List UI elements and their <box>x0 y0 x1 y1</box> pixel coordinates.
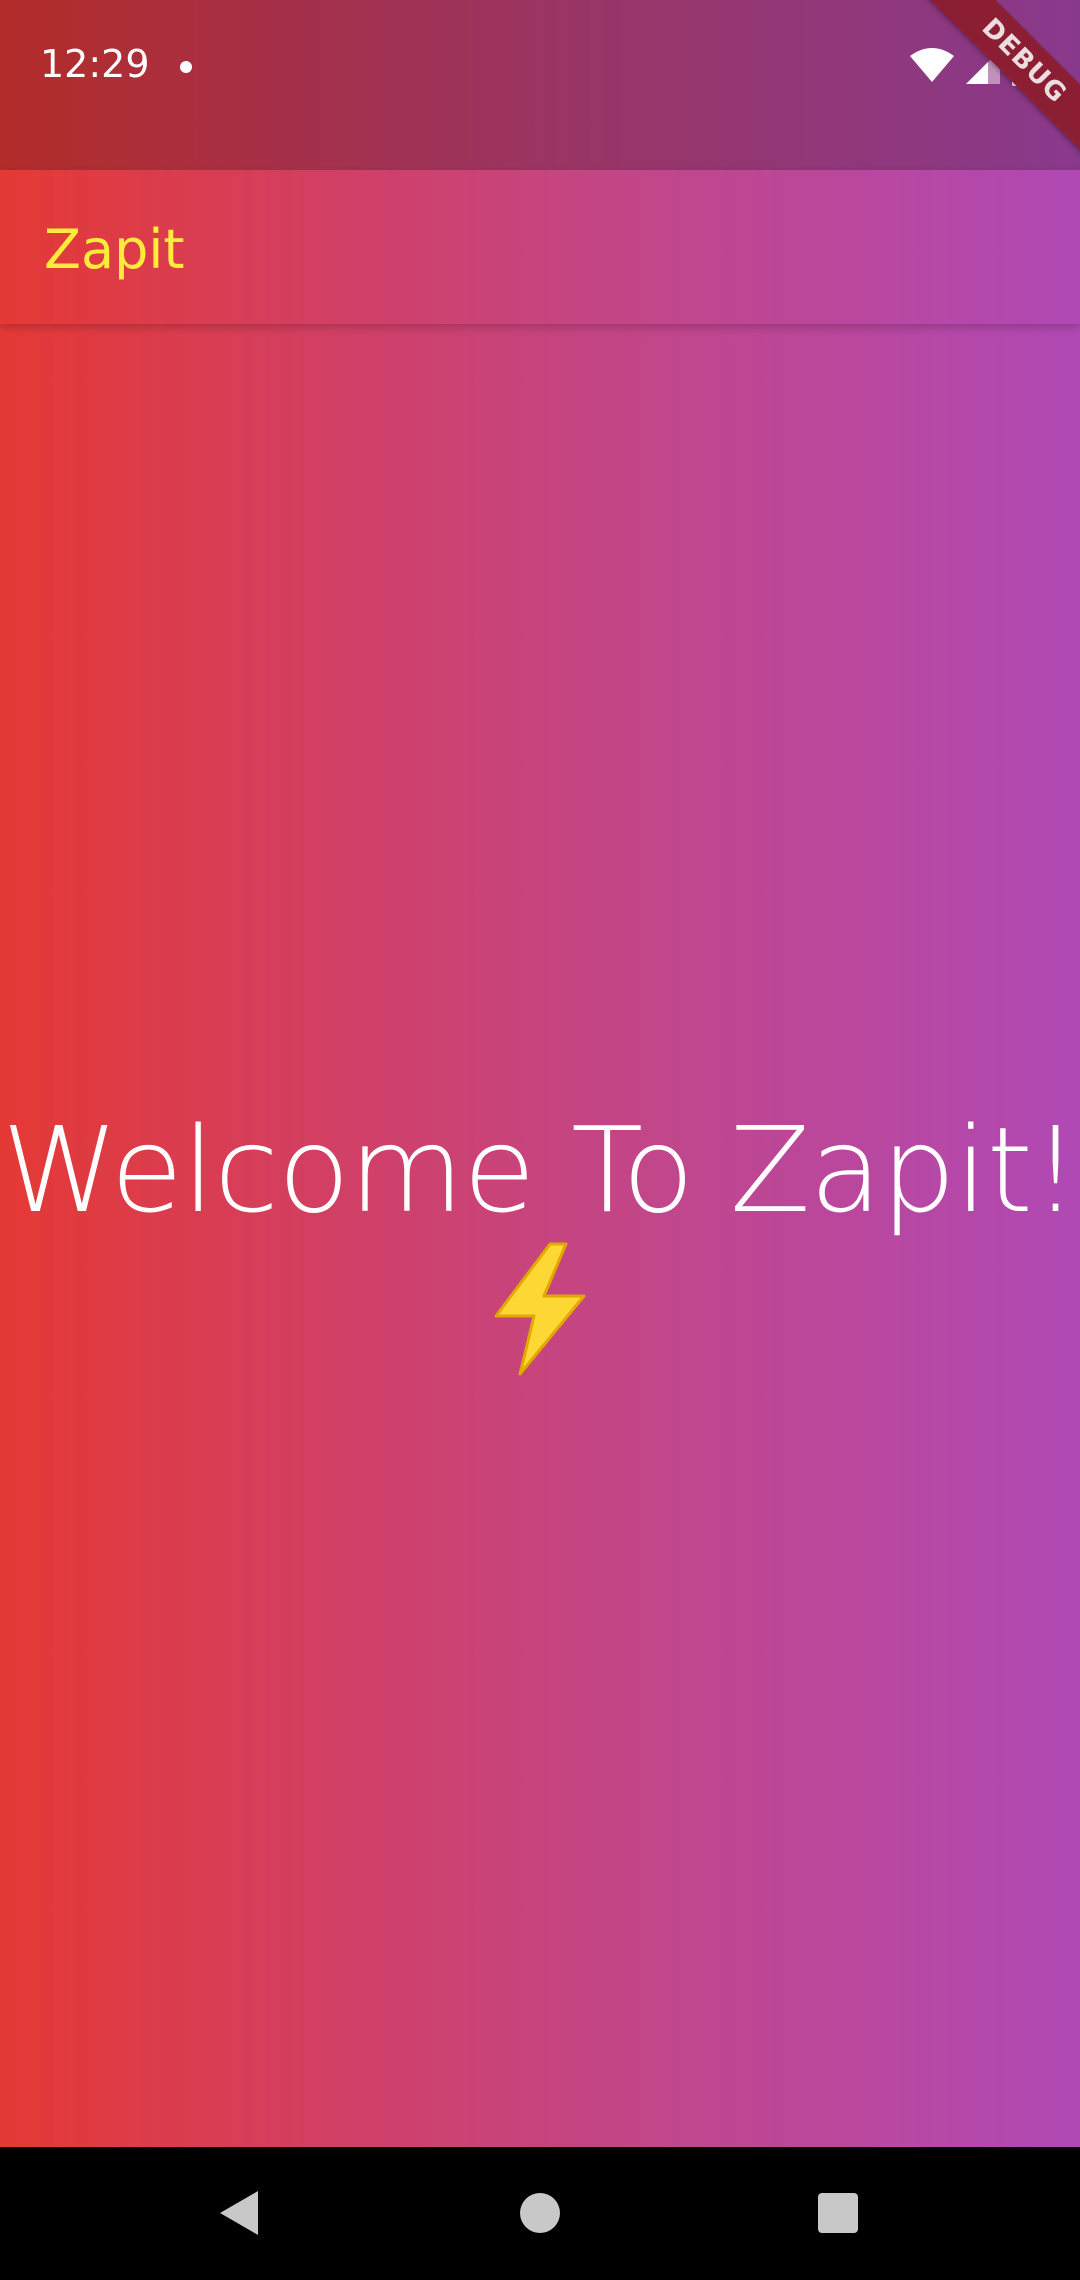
back-icon[interactable] <box>218 2189 262 2237</box>
app-bar: Zapit <box>0 170 1080 324</box>
debug-banner-label: DEBUG <box>922 0 1080 160</box>
debug-banner: DEBUG <box>920 0 1080 160</box>
welcome-section: Welcome To Zapit! <box>0 1100 1080 1376</box>
app-screen: 12:29 DEBUG Zapit Welcome To Zapit! <box>0 0 1080 2280</box>
app-title: Zapit <box>44 218 185 281</box>
navigation-bar <box>0 2147 1080 2280</box>
recents-icon[interactable] <box>818 2193 858 2233</box>
high-voltage-icon <box>494 1242 586 1376</box>
notification-dot-icon <box>180 61 192 73</box>
welcome-text: Welcome To Zapit! <box>1 1101 1079 1239</box>
home-icon[interactable] <box>520 2193 560 2233</box>
status-bar: 12:29 <box>0 0 1080 170</box>
status-time: 12:29 <box>40 42 150 86</box>
